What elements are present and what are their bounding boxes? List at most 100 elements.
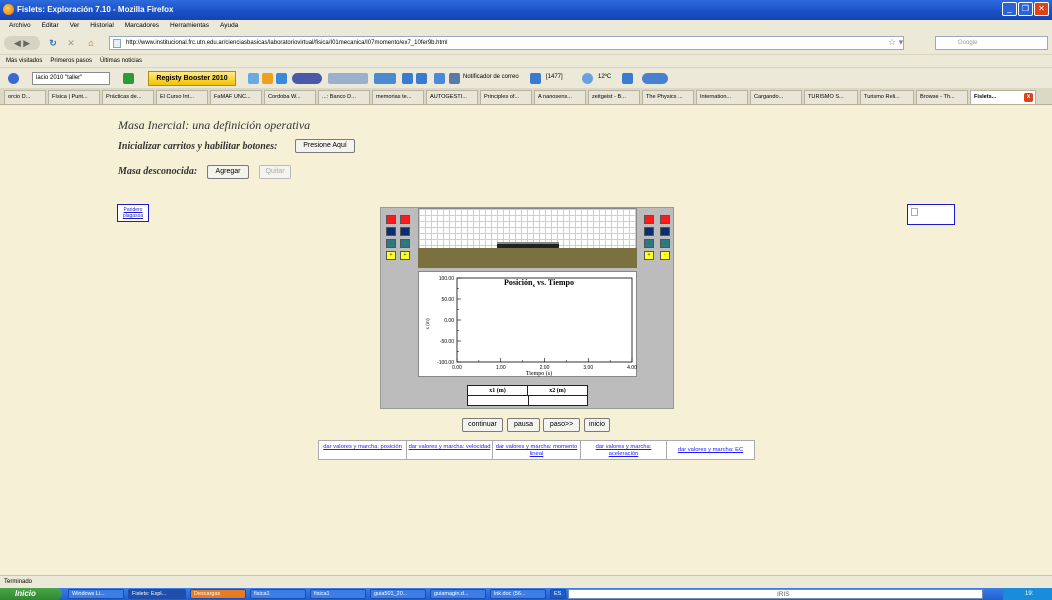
- menu-herramientas[interactable]: Herramientas: [170, 20, 209, 32]
- left-plus-button[interactable]: +: [386, 251, 396, 260]
- count-icon[interactable]: [530, 73, 541, 84]
- cart1-blue-button[interactable]: [400, 227, 410, 236]
- init-button[interactable]: Presione Aquí: [295, 139, 355, 153]
- left-blue-button[interactable]: [386, 227, 396, 236]
- tab-10[interactable]: Principles of...: [480, 90, 532, 104]
- bookmark-mas-visitados[interactable]: Más visitados: [6, 55, 42, 67]
- cart2-red-button[interactable]: [644, 215, 654, 224]
- toolbar-info-icon[interactable]: [276, 73, 287, 84]
- remove-button[interactable]: Quitar: [259, 165, 291, 179]
- left-red-button[interactable]: [386, 215, 396, 224]
- toolbar-star-icon[interactable]: [262, 73, 273, 84]
- cart1-teal-button[interactable]: [400, 239, 410, 248]
- link-momentum[interactable]: dar valores y marcha: momento lineal: [493, 441, 581, 460]
- bookmark-ultimas-noticias[interactable]: Últimas noticias: [100, 55, 142, 67]
- cart2-plus-button[interactable]: +: [644, 251, 654, 260]
- weather-icon[interactable]: [582, 73, 593, 84]
- toolbar-go-icon[interactable]: [123, 73, 134, 84]
- task-fisica1-a[interactable]: fisica1: [250, 589, 306, 599]
- back-forward-button[interactable]: ◀ ▶: [4, 36, 40, 50]
- tab-5[interactable]: FaMAF UNC...: [210, 90, 262, 104]
- toolbar-video-icon[interactable]: [292, 73, 322, 84]
- pause-button[interactable]: pausa: [507, 418, 540, 432]
- menu-marcadores[interactable]: Marcadores: [125, 20, 159, 32]
- start-button[interactable]: inicio: [584, 418, 610, 432]
- tab-4[interactable]: El Curso Int...: [156, 90, 208, 104]
- cart-2[interactable]: [529, 242, 559, 248]
- tab-9[interactable]: AUTOGESTI...: [426, 90, 478, 104]
- menu-historial[interactable]: Historial: [90, 20, 113, 32]
- link-position[interactable]: dar valores y marcha: posición: [319, 441, 407, 460]
- tab-13[interactable]: The Physics ...: [642, 90, 694, 104]
- cart2-teal-button[interactable]: [644, 239, 654, 248]
- add-button[interactable]: Agregar: [207, 165, 249, 179]
- tab-7[interactable]: ...: Banco D...: [318, 90, 370, 104]
- tab-1[interactable]: orcio D...: [4, 90, 46, 104]
- toolbar-search-input[interactable]: lacio 2010 "taller": [32, 72, 110, 85]
- tab-8[interactable]: memorias te...: [372, 90, 424, 104]
- cart2-blue-button[interactable]: [644, 227, 654, 236]
- task-lnk-doc[interactable]: lnk.doc (56...: [490, 589, 546, 599]
- task-windows-live[interactable]: Windows Li...: [68, 589, 124, 599]
- tab-18[interactable]: Browse - Th...: [916, 90, 968, 104]
- registry-booster-button[interactable]: Registy Booster 2010: [148, 71, 236, 86]
- task-guia501[interactable]: guia501_20...: [370, 589, 426, 599]
- right-plugin-box[interactable]: [907, 204, 955, 225]
- left-teal-button[interactable]: [386, 239, 396, 248]
- tab-16[interactable]: TURISMO S...: [804, 90, 858, 104]
- url-bar[interactable]: http://www.institucional.frc.utn.edu.ar/…: [109, 36, 904, 50]
- link-kinetic-energy[interactable]: dar valores y marcha: EC: [667, 441, 754, 460]
- bookmark-primeros-pasos[interactable]: Primeros pasos: [50, 55, 92, 67]
- tab-14[interactable]: Internation...: [696, 90, 748, 104]
- tab-15[interactable]: Cargando...: [750, 90, 802, 104]
- close-icon[interactable]: ✕: [1034, 2, 1049, 16]
- left-plugin-box[interactable]: Paridero plagasoa: [117, 204, 149, 222]
- tab-12[interactable]: zeitgeist - B...: [588, 90, 640, 104]
- weather-label[interactable]: 12ºC: [598, 74, 611, 80]
- mail-notifier-icon[interactable]: [449, 73, 460, 84]
- continue-button[interactable]: continuar: [462, 418, 503, 432]
- menu-ver[interactable]: Ver: [70, 20, 80, 32]
- tab-17[interactable]: Turismo Reli...: [860, 90, 914, 104]
- toolbar-chart-icon[interactable]: [416, 73, 427, 84]
- cart1-red-button[interactable]: [400, 215, 410, 224]
- home-icon[interactable]: ⌂: [84, 36, 98, 50]
- cart-1[interactable]: [497, 242, 529, 248]
- toolbar-globe-icon[interactable]: [248, 73, 259, 84]
- toolbar-refresh-icon[interactable]: [402, 73, 413, 84]
- menu-archivo[interactable]: Archivo: [9, 20, 31, 32]
- count-label[interactable]: [1477]: [546, 74, 563, 80]
- mail-notifier-label[interactable]: Notificador de correo: [463, 74, 519, 80]
- toolbar-media-icon[interactable]: [374, 73, 396, 84]
- right-red-button[interactable]: [660, 215, 670, 224]
- right-minus-button[interactable]: -: [660, 251, 670, 260]
- task-descargas[interactable]: Descargas: [190, 589, 246, 599]
- menu-ayuda[interactable]: Ayuda: [220, 20, 238, 32]
- link-velocity[interactable]: dar valores y marcha: velocidad: [407, 441, 493, 460]
- iris-search-box[interactable]: IRIS: [568, 589, 983, 599]
- minimize-icon[interactable]: _: [1002, 2, 1017, 16]
- tab-2[interactable]: Física | Punt...: [48, 90, 100, 104]
- toolbar-logo-icon[interactable]: [8, 73, 19, 84]
- maximize-icon[interactable]: ❐: [1018, 2, 1033, 16]
- bookmark-star-icon[interactable]: ☆ ▾: [888, 37, 903, 48]
- search-input[interactable]: Google: [935, 36, 1048, 50]
- step-button[interactable]: paso>>: [543, 418, 580, 432]
- toolbar-calendar-icon[interactable]: [622, 73, 633, 84]
- reload-icon[interactable]: ↻: [46, 36, 60, 50]
- tab-11[interactable]: A nanosens...: [534, 90, 586, 104]
- right-blue-button[interactable]: [660, 227, 670, 236]
- tab-fislets-active[interactable]: Fislets... x: [970, 90, 1036, 104]
- right-teal-button[interactable]: [660, 239, 670, 248]
- stop-icon[interactable]: ✕: [64, 36, 78, 50]
- task-guiamagin[interactable]: guiamagin.d...: [430, 589, 486, 599]
- toolbar-weather-icon[interactable]: [642, 73, 668, 84]
- task-fislets[interactable]: Fislets: Expl...: [128, 589, 186, 599]
- link-acceleration[interactable]: dar valores y marcha: aceleración: [581, 441, 667, 460]
- toolbar-slider-icon[interactable]: [328, 73, 368, 84]
- tab-6[interactable]: Cordoba W...: [264, 90, 316, 104]
- cart1-plus-button[interactable]: +: [400, 251, 410, 260]
- start-menu-button[interactable]: Inicio: [0, 588, 62, 600]
- toolbar-mail-icon[interactable]: [434, 73, 445, 84]
- menu-editar[interactable]: Editar: [42, 20, 59, 32]
